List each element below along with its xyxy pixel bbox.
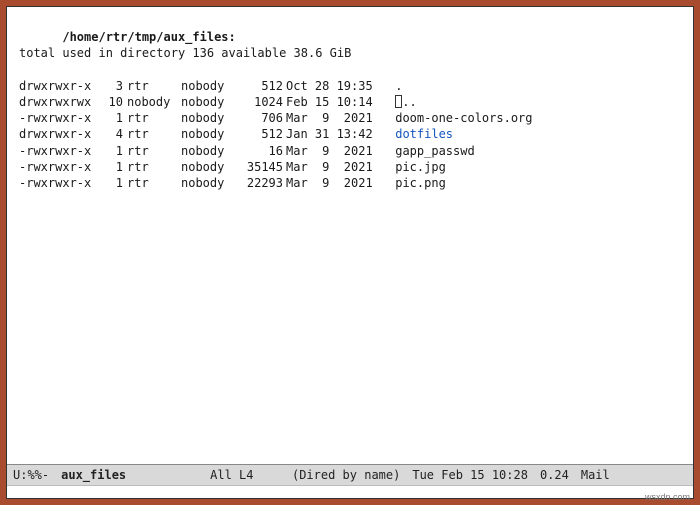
entry-name[interactable]: pic.jpg: [395, 160, 446, 174]
entry-date: Jan 31 13:42: [286, 126, 388, 142]
entry-size: 35145: [237, 159, 286, 175]
entry-size: 1024: [237, 94, 286, 110]
entry-group: nobody: [181, 78, 237, 94]
modeline-major-mode: (Dired by name): [292, 467, 400, 483]
entry-size: 706: [237, 110, 286, 126]
entry-date: Mar 9 2021: [286, 143, 388, 159]
entry-perms: drwxrwxr-x: [19, 126, 101, 142]
entry-nlink: 1: [101, 159, 123, 175]
modeline-time: Tue Feb 15 10:28: [412, 467, 528, 483]
entry-date: Oct 28 19:35: [286, 78, 388, 94]
modeline-status: U:%%-: [13, 467, 49, 483]
entry-name[interactable]: .: [395, 79, 402, 93]
entry-date: Mar 9 2021: [286, 110, 388, 126]
entry-perms: -rwxrwxr-x: [19, 175, 101, 191]
entry-nlink: 4: [101, 126, 123, 142]
entry-group: nobody: [181, 94, 237, 110]
entry-owner: nobody: [123, 94, 181, 110]
dired-entry[interactable]: -rwxrwxr-x1rtrnobody35145Mar 9 2021 pic.…: [19, 159, 685, 175]
entry-perms: -rwxrwxr-x: [19, 110, 101, 126]
dired-buffer[interactable]: /home/rtr/tmp/aux_files: total used in d…: [7, 7, 693, 464]
modeline-load: 0.24: [540, 467, 569, 483]
modeline-mail: Mail: [581, 467, 610, 483]
entry-owner: rtr: [123, 78, 181, 94]
entry-name[interactable]: pic.png: [395, 176, 446, 190]
entry-owner: rtr: [123, 143, 181, 159]
entry-name[interactable]: ..: [402, 95, 416, 109]
dired-entry[interactable]: drwxrwxr-x3rtrnobody512Oct 28 19:35 .: [19, 78, 685, 94]
entry-nlink: 1: [101, 143, 123, 159]
entry-owner: rtr: [123, 175, 181, 191]
modeline-buffer-name: aux_files: [61, 467, 126, 483]
dired-summary: total used in directory 136 available 38…: [19, 45, 685, 61]
emacs-window: /home/rtr/tmp/aux_files: total used in d…: [6, 6, 694, 499]
entry-name[interactable]: gapp_passwd: [395, 144, 474, 158]
modeline-position: All L4: [210, 467, 253, 483]
entry-size: 22293: [237, 175, 286, 191]
dired-entry[interactable]: drwxrwxrwx10nobodynobody1024Feb 15 10:14…: [19, 94, 685, 110]
entry-owner: rtr: [123, 110, 181, 126]
entry-size: 16: [237, 143, 286, 159]
entry-group: nobody: [181, 126, 237, 142]
entry-perms: drwxrwxrwx: [19, 94, 101, 110]
entry-perms: -rwxrwxr-x: [19, 143, 101, 159]
entry-perms: drwxrwxr-x: [19, 78, 101, 94]
entry-date: Mar 9 2021: [286, 175, 388, 191]
desktop-background: /home/rtr/tmp/aux_files: total used in d…: [0, 0, 700, 505]
dired-entry[interactable]: -rwxrwxr-x1rtrnobody22293Mar 9 2021 pic.…: [19, 175, 685, 191]
entry-group: nobody: [181, 110, 237, 126]
entry-date: Feb 15 10:14: [286, 94, 388, 110]
entry-group: nobody: [181, 159, 237, 175]
minibuffer[interactable]: [7, 485, 693, 498]
dired-entry[interactable]: -rwxrwxr-x1rtrnobody706Mar 9 2021 doom-o…: [19, 110, 685, 126]
modeline[interactable]: U:%%- aux_files All L4 (Dired by name) T…: [7, 464, 693, 485]
entry-nlink: 1: [101, 110, 123, 126]
watermark: wsxdn.com: [645, 491, 690, 503]
dired-path: /home/rtr/tmp/aux_files:: [62, 30, 235, 44]
point-cursor: [395, 95, 402, 108]
entry-nlink: 3: [101, 78, 123, 94]
dired-listing: drwxrwxr-x3rtrnobody512Oct 28 19:35 .drw…: [19, 78, 685, 191]
entry-nlink: 1: [101, 175, 123, 191]
dired-entry[interactable]: drwxrwxr-x4rtrnobody512Jan 31 13:42 dotf…: [19, 126, 685, 142]
entry-date: Mar 9 2021: [286, 159, 388, 175]
entry-perms: -rwxrwxr-x: [19, 159, 101, 175]
entry-name[interactable]: doom-one-colors.org: [395, 111, 532, 125]
entry-name-directory[interactable]: dotfiles: [395, 127, 453, 141]
dired-entry[interactable]: -rwxrwxr-x1rtrnobody16Mar 9 2021 gapp_pa…: [19, 143, 685, 159]
entry-group: nobody: [181, 175, 237, 191]
entry-owner: rtr: [123, 159, 181, 175]
entry-nlink: 10: [101, 94, 123, 110]
entry-group: nobody: [181, 143, 237, 159]
entry-size: 512: [237, 78, 286, 94]
entry-owner: rtr: [123, 126, 181, 142]
entry-size: 512: [237, 126, 286, 142]
